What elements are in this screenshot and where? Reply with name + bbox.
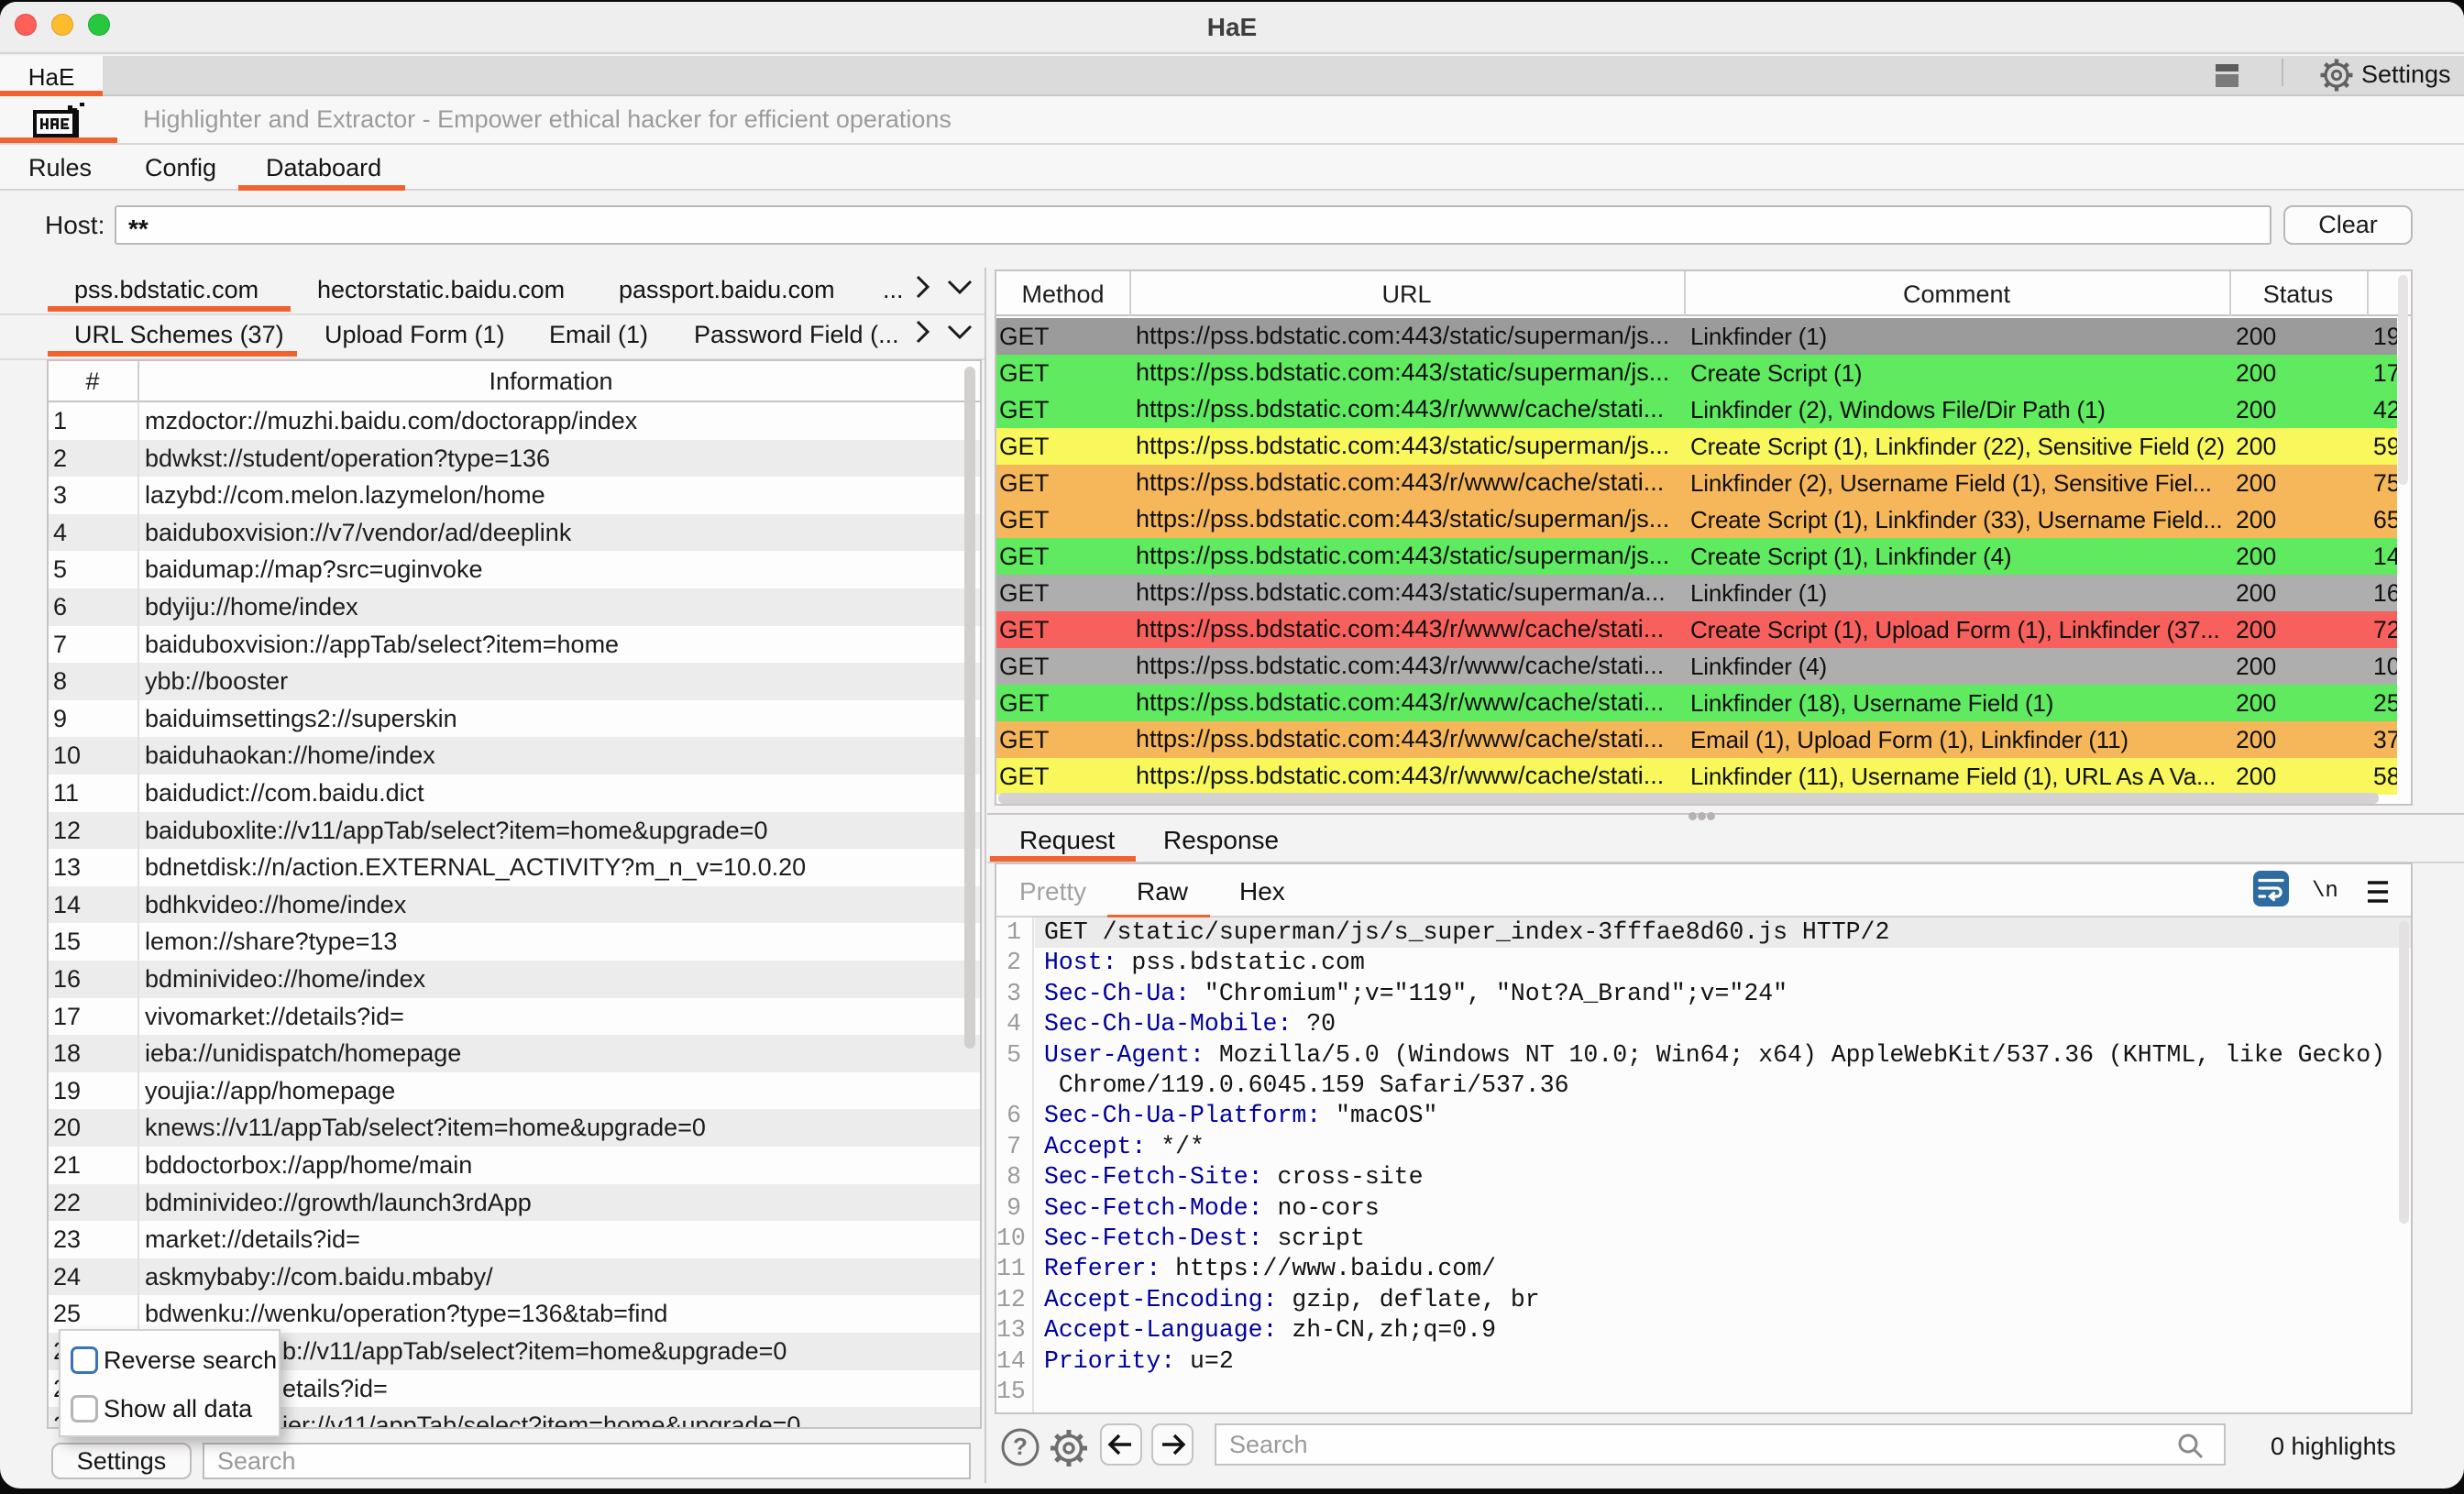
svg-text:?: ? xyxy=(1013,1433,1028,1460)
